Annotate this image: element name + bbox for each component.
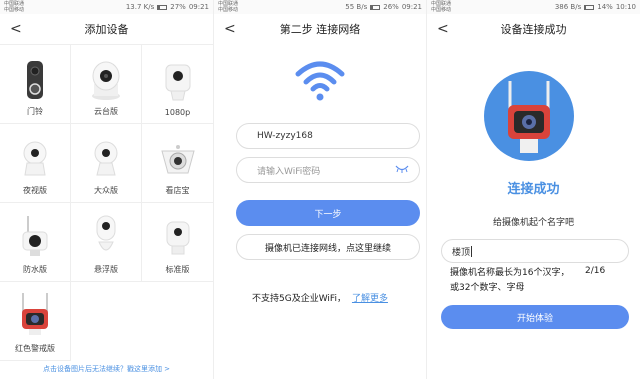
clock: 09:21 — [401, 3, 422, 11]
night-camera-icon — [23, 141, 47, 176]
next-step-button[interactable]: 下一步 — [236, 200, 420, 226]
wifi-support-note: 不支持5G及企业WiFi， 了解更多 — [252, 294, 388, 304]
red-alert-camera-icon — [22, 293, 48, 335]
standard-camera-icon — [94, 141, 118, 176]
device-standard[interactable]: 大众版 — [71, 124, 142, 203]
network-speed: 55 B/s — [345, 3, 368, 11]
password-field[interactable]: 请输入WiFi密码 — [236, 157, 420, 183]
battery-icon — [584, 4, 595, 10]
carrier-label: 中国移动 — [4, 7, 25, 13]
wired-continue-button[interactable]: 摄像机已连接网线，点这里继续 — [236, 234, 420, 260]
device-grid: 门铃 云台版 1080p 夜视版 大众版 看店宝 防水版 悬浮版 标准版 红色警… — [0, 44, 213, 361]
name-prompt: 给摄像机起个名字吧 — [492, 218, 574, 228]
wifi-icon — [214, 58, 426, 102]
page-title: 第二步 连接网络 — [279, 23, 361, 36]
hide-password-icon[interactable] — [395, 165, 409, 173]
doorbell-icon — [27, 61, 43, 99]
device-doorbell[interactable]: 门铃 — [0, 45, 71, 124]
device-waterproof[interactable]: 防水版 — [0, 203, 71, 282]
battery-percent: 14% — [597, 3, 613, 11]
device-ptz[interactable]: 云台版 — [71, 45, 142, 124]
page-title: 设备连接成功 — [500, 23, 567, 36]
start-button[interactable]: 开始体验 — [441, 305, 629, 329]
back-icon[interactable]: < — [10, 21, 22, 37]
network-speed: 13.7 K/s — [125, 3, 155, 11]
clock: 09:21 — [188, 3, 209, 11]
ssid-field[interactable]: HW-zyzy168 — [236, 123, 420, 149]
network-speed: 386 B/s — [554, 3, 582, 11]
camera-name-input[interactable]: 楼顶 — [441, 239, 629, 263]
waterproof-camera-icon — [22, 216, 48, 256]
char-counter: 2/16 — [585, 266, 606, 276]
learn-more-link[interactable]: 了解更多 — [352, 294, 388, 304]
clock: 10:10 — [615, 3, 636, 11]
status-bar: 中国联通 中国移动 13.7 K/s 27% 09:21 — [0, 0, 213, 14]
add-device-screen: 中国联通 中国移动 13.7 K/s 27% 09:21 < 添加设备 门铃 云台… — [0, 0, 213, 379]
device-basic[interactable]: 标准版 — [142, 203, 213, 282]
floating-camera-icon — [96, 215, 116, 251]
ceiling-camera-icon — [160, 145, 195, 174]
status-bar: 中国联通 中国移动 55 B/s 26% 09:21 — [214, 0, 426, 14]
back-icon[interactable]: < — [437, 21, 449, 37]
connect-success-screen: 中国联通 中国移动 386 B/s 14% 10:10 < 设备连接成功 连接成… — [426, 0, 640, 379]
back-icon[interactable]: < — [224, 21, 236, 37]
device-night[interactable]: 夜视版 — [0, 124, 71, 203]
connect-network-screen: 中国联通 中国移动 55 B/s 26% 09:21 < 第二步 连接网络 HW-… — [213, 0, 426, 379]
device-ceiling[interactable]: 看店宝 — [142, 124, 213, 203]
device-red-alert[interactable]: 红色警戒版 — [0, 282, 71, 361]
camera-image — [484, 71, 574, 161]
page-title: 添加设备 — [84, 23, 129, 36]
device-1080p[interactable]: 1080p — [142, 45, 213, 124]
status-bar: 中国联通 中国移动 386 B/s 14% 10:10 — [427, 0, 640, 14]
battery-icon — [157, 4, 168, 10]
red-alert-camera-icon — [508, 81, 550, 153]
battery-percent: 27% — [170, 3, 186, 11]
camera-1080p-icon — [165, 64, 190, 101]
battery-percent: 26% — [383, 3, 399, 11]
basic-camera-icon — [166, 221, 189, 255]
name-rule-text: 摄像机名称最长为16个汉字，或32个数字、字母 — [450, 268, 570, 293]
password-placeholder: 请输入WiFi密码 — [257, 166, 321, 177]
text-cursor — [471, 245, 473, 257]
ptz-camera-icon — [92, 61, 120, 100]
device-floating[interactable]: 悬浮版 — [71, 203, 142, 282]
carrier-label: 中国移动 — [218, 7, 239, 13]
success-title: 连接成功 — [507, 182, 560, 197]
carrier-label: 中国移动 — [431, 7, 452, 13]
add-help-link[interactable]: 点击设备图片后无法继续？戳这里添加 > — [0, 364, 213, 374]
battery-icon — [370, 4, 381, 10]
